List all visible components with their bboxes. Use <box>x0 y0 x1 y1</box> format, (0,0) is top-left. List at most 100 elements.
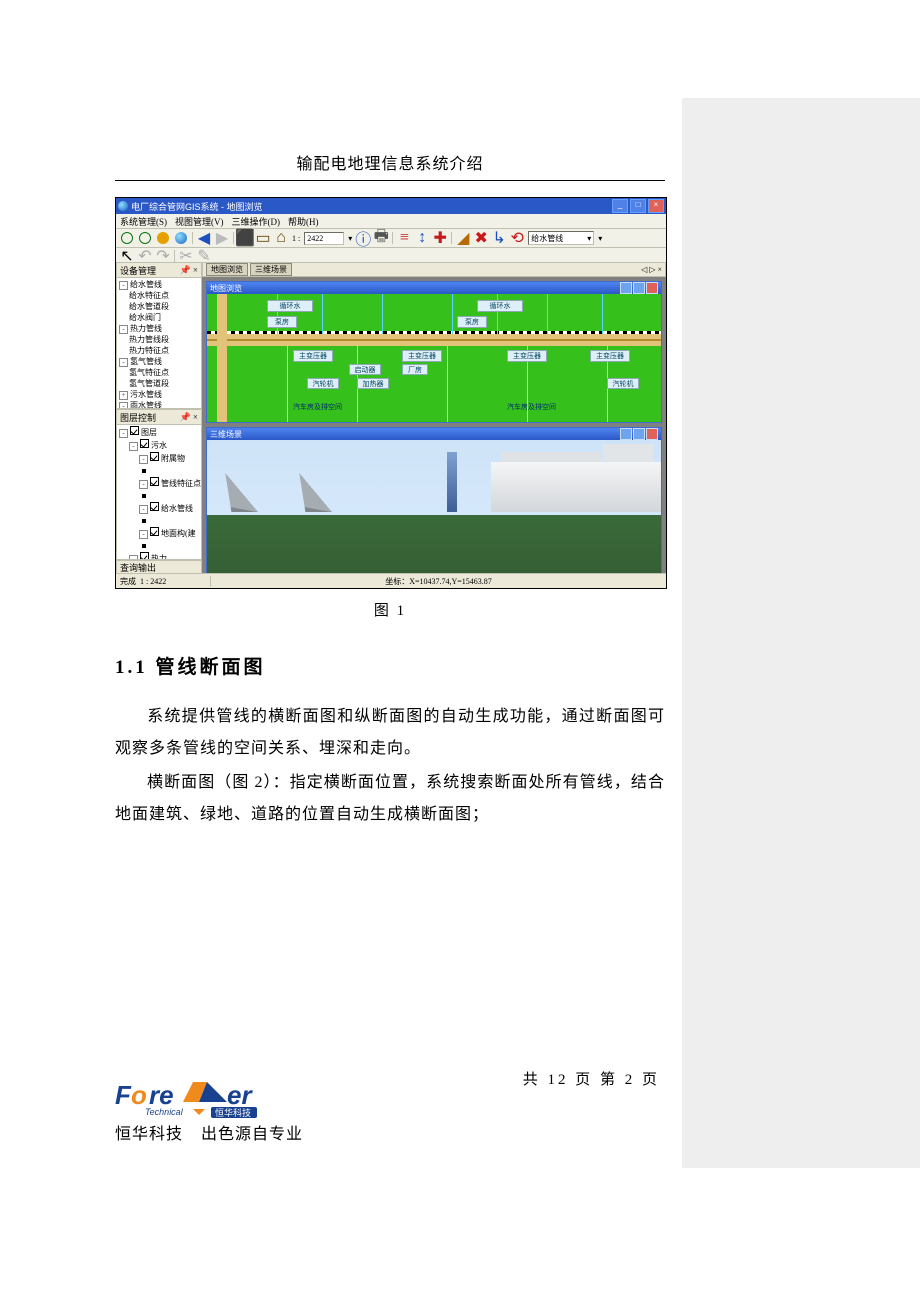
tab-3d[interactable]: 三维场景 <box>250 263 292 276</box>
cable <box>447 346 448 422</box>
forward-icon[interactable]: ▶ <box>215 231 229 245</box>
layer-panel-title: 图层控制 📌 × <box>116 409 202 425</box>
tree-node[interactable]: -热力管线 <box>117 323 201 334</box>
zoom-out-icon[interactable] <box>138 231 152 245</box>
page-icon[interactable]: ▭ <box>256 231 270 245</box>
pin-icon[interactable]: 📌 × <box>179 265 198 276</box>
status-coord: 坐标：X=10437.74,Y=15463.87 <box>211 576 666 587</box>
map-min-button[interactable] <box>620 282 632 294</box>
map-label: 汽车房及排空间 <box>293 402 342 412</box>
tree-node[interactable]: 给水特征点 <box>117 290 201 301</box>
scene3d-canvas[interactable] <box>207 440 661 576</box>
back-icon[interactable]: ◀ <box>197 231 211 245</box>
menu-3d[interactable]: 三维操作(D) <box>232 215 281 228</box>
zoom-in-icon[interactable] <box>120 231 134 245</box>
map-block: 泵房 <box>267 316 297 328</box>
cable <box>547 294 548 334</box>
undo-icon[interactable]: ↶ <box>138 249 152 263</box>
tool-c-icon[interactable]: ↳ <box>492 231 506 245</box>
tree-node[interactable]: -地面构(建 <box>117 527 201 540</box>
redo-icon[interactable]: ↷ <box>156 249 170 263</box>
layer-tree[interactable]: -图层-污水-附属物-管线特征点-给水管线-地面构(建-热力-管线特征点△ 阀门 <box>116 425 202 560</box>
map-block: 汽轮机 <box>307 378 339 389</box>
map-block: 主变压器 <box>402 350 442 362</box>
map-block: 加热器 <box>357 378 389 389</box>
menu-view[interactable]: 视图管理(V) <box>175 215 224 228</box>
logo-slogan: 恒华科技出色源自专业 <box>115 1120 305 1144</box>
map-max-button[interactable] <box>633 282 645 294</box>
tool-d-icon[interactable]: ⟲ <box>510 231 524 245</box>
mdi-area: 地图浏览 三维场景 ◁ ▷ × 地图浏览 <box>202 262 666 574</box>
map-window: 地图浏览 <box>206 281 662 423</box>
edit-icon[interactable]: ✎ <box>197 249 211 263</box>
header-rule <box>115 180 665 181</box>
tree-node[interactable]: 给水阀门 <box>117 312 201 323</box>
layer-combo[interactable]: 给水管线▾ <box>528 231 594 245</box>
scene-min-button[interactable] <box>620 428 632 440</box>
status-left: 完成 <box>120 577 136 586</box>
pin-icon[interactable]: 📌 × <box>179 412 198 423</box>
tree-node[interactable]: 热力特征点 <box>117 345 201 356</box>
scene-max-button[interactable] <box>633 428 645 440</box>
tree-node[interactable]: 给水管道段 <box>117 301 201 312</box>
print-icon[interactable]: 🖶 <box>374 231 388 245</box>
map-block: 主变压器 <box>507 350 547 362</box>
section-name: 管线断面图 <box>156 657 266 678</box>
tree-node[interactable]: -雨水管线 <box>117 400 201 409</box>
tree-node[interactable]: -管线特征点 <box>117 477 201 490</box>
scale-input[interactable]: 2422 <box>304 232 344 245</box>
map-label: 汽车房及排空间 <box>507 402 556 412</box>
tab-map[interactable]: 地图浏览 <box>206 263 248 276</box>
left-sidebar: 设备管理 📌 × -给水管线给水特征点给水管道段给水阀门-热力管线热力管线段热力… <box>116 262 202 574</box>
cable <box>602 294 603 334</box>
tree-node[interactable]: -图层 <box>117 426 201 439</box>
restore-button[interactable]: □ <box>630 199 646 213</box>
plant-building <box>491 462 661 512</box>
measure-icon[interactable]: ≡ <box>397 231 411 245</box>
map-close-button[interactable] <box>646 282 658 294</box>
tool-a-icon[interactable]: ◢ <box>456 231 470 245</box>
separator <box>233 232 234 244</box>
tree-node[interactable] <box>117 465 201 477</box>
tree-node[interactable]: -给水管线 <box>117 279 201 290</box>
tree-node[interactable]: -污水 <box>117 439 201 452</box>
dropdown-icon[interactable]: ▾ <box>348 234 352 243</box>
query-panel-title: 查询输出 <box>116 560 202 574</box>
tree-node[interactable]: 氢气管道段 <box>117 378 201 389</box>
cut-icon[interactable]: ✂ <box>179 249 193 263</box>
menu-help[interactable]: 帮助(H) <box>288 215 319 228</box>
globe-icon[interactable] <box>174 231 188 245</box>
info-icon[interactable]: ⓘ <box>356 231 370 245</box>
minimize-button[interactable]: _ <box>612 199 628 213</box>
pan-icon[interactable] <box>156 231 170 245</box>
stop-icon[interactable]: ⬛ <box>238 231 252 245</box>
section-heading: 1.1 管线断面图 <box>115 652 665 679</box>
tree-node[interactable]: +污水管线 <box>117 389 201 400</box>
device-tree[interactable]: -给水管线给水特征点给水管道段给水阀门-热力管线热力管线段热力特征点-氢气管线氢… <box>116 278 202 409</box>
tree-node[interactable]: 氢气特征点 <box>117 367 201 378</box>
logo-sub: Technical <box>145 1107 184 1117</box>
tree-node[interactable] <box>117 490 201 502</box>
tree-node[interactable]: -氢气管线 <box>117 356 201 367</box>
tree-node[interactable]: -给水管线 <box>117 502 201 515</box>
home-icon[interactable]: ⌂ <box>274 231 288 245</box>
status-scale: 1 : 2422 <box>140 577 166 586</box>
tool-b-icon[interactable]: ✖ <box>474 231 488 245</box>
window-titlebar: 电厂综合管网GIS系统 - 地图浏览 _ □ × <box>116 198 666 214</box>
tab-scroll-icon[interactable]: ◁ ▷ × <box>641 265 662 274</box>
cross-icon[interactable]: ✚ <box>433 231 447 245</box>
tree-node[interactable] <box>117 515 201 527</box>
map-canvas[interactable]: 循环水 循环水 泵房 泵房 主变压器 主变压器 主变压器 主变压器 启动器 厂房… <box>207 294 661 422</box>
close-button[interactable]: × <box>648 199 664 213</box>
align-icon[interactable]: ↕ <box>415 231 429 245</box>
tree-node[interactable]: -热力 <box>117 552 201 560</box>
window-controls: _ □ × <box>612 199 664 213</box>
tree-node[interactable] <box>117 540 201 552</box>
tree-node[interactable]: -附属物 <box>117 452 201 465</box>
menu-system[interactable]: 系统管理(S) <box>120 215 167 228</box>
dropdown-icon[interactable]: ▾ <box>598 234 602 243</box>
cursor-icon[interactable]: ↖ <box>120 249 134 263</box>
tree-node[interactable]: 热力管线段 <box>117 334 201 345</box>
scene-close-button[interactable] <box>646 428 658 440</box>
menubar: 系统管理(S) 视图管理(V) 三维操作(D) 帮助(H) <box>116 214 666 229</box>
